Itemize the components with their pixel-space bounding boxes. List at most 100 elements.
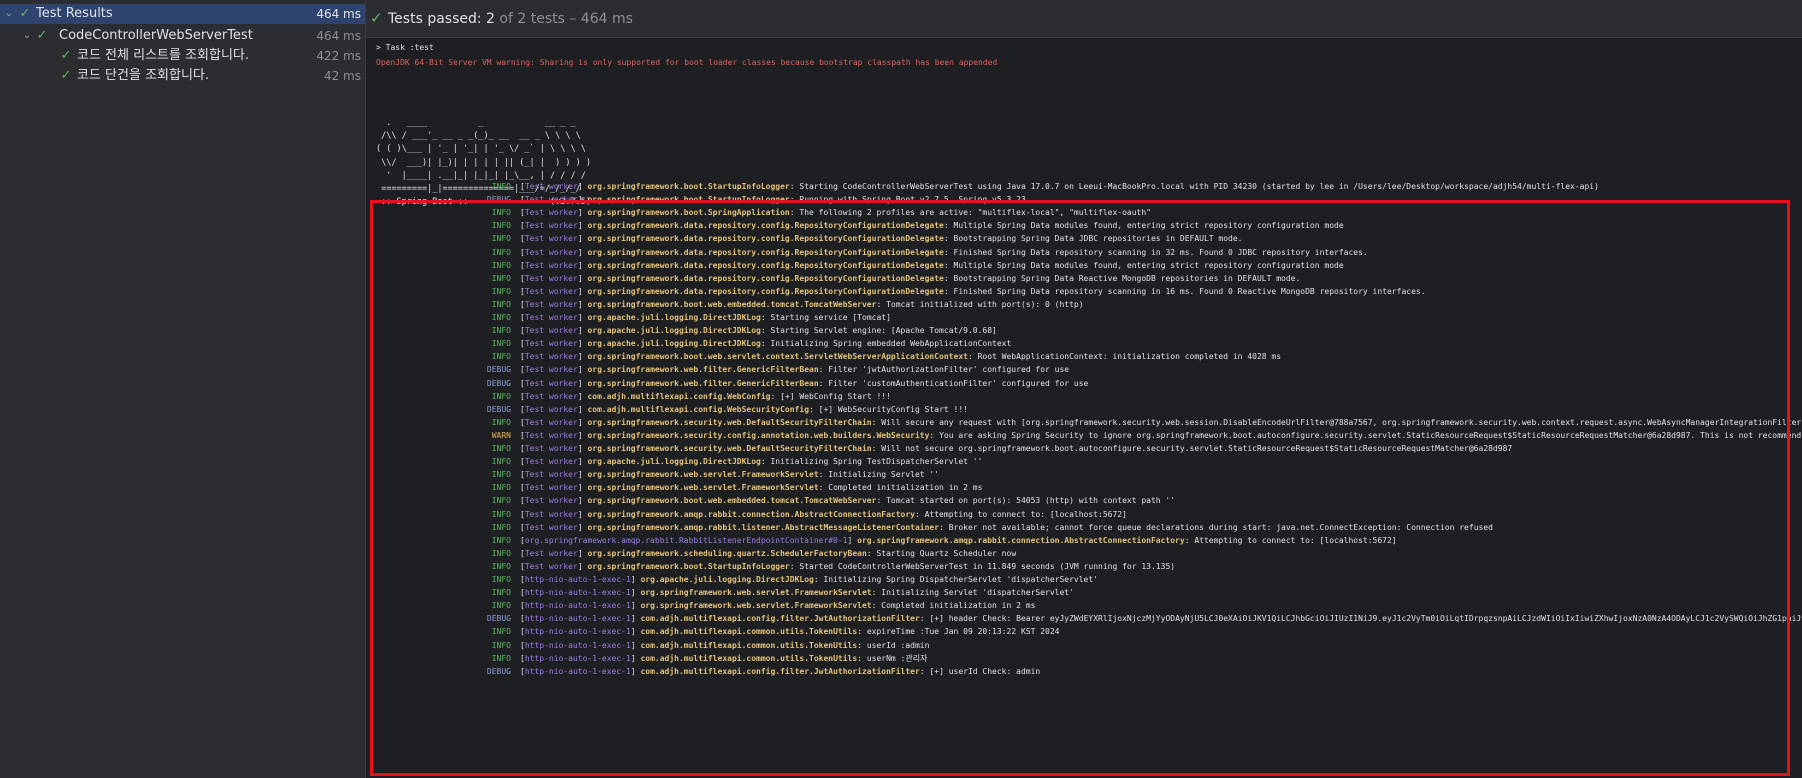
log-thread: Test worker bbox=[524, 221, 578, 231]
tree-row-test[interactable]: ✓ 코드 단건을 조회합니다. 42 ms bbox=[0, 66, 365, 86]
log-message: [+] userId Check: admin bbox=[929, 666, 1041, 676]
log-message: Filter 'jwtAuthorizationFilter' configur… bbox=[828, 365, 1070, 375]
log-message: Finished Spring Data repository scanning… bbox=[953, 286, 1426, 296]
log-logger: org.springframework.amqp.rabbit.listener… bbox=[587, 522, 940, 532]
passed-of-text: of 2 tests – 464 ms bbox=[499, 11, 633, 27]
log-logger: com.adjh.multiflexapi.common.utils.Token… bbox=[640, 640, 858, 650]
log-line: DEBUG [http-nio-auto-1-exec-1] com.adjh.m… bbox=[366, 664, 1802, 679]
log-thread: Test worker bbox=[524, 444, 578, 453]
log-message: Tomcat initialized with port(s): 0 (http… bbox=[886, 299, 1084, 309]
chevron-down-icon[interactable]: ⌄ bbox=[3, 4, 15, 24]
log-logger: org.springframework.boot.web.embedded.to… bbox=[587, 299, 877, 309]
chevron-down-icon[interactable]: ⌄ bbox=[21, 26, 33, 46]
log-thread: Test worker bbox=[524, 470, 578, 480]
log-thread: Test worker bbox=[524, 548, 578, 558]
test-status-header: ✓ Tests passed: 2 of 2 tests – 464 ms bbox=[366, 0, 1802, 38]
log-thread: Test worker bbox=[524, 496, 578, 506]
log-logger: org.springframework.boot.StartupInfoLogg… bbox=[587, 561, 790, 571]
log-message: Starting Quartz Scheduler now bbox=[876, 548, 1017, 558]
log-logger: org.springframework.scheduling.quartz.Sc… bbox=[587, 548, 867, 558]
console-output[interactable]: > Task :test OpenJDK 64-Bit Server VM wa… bbox=[366, 39, 1802, 778]
log-logger: org.springframework.web.servlet.Framewor… bbox=[640, 601, 872, 611]
log-thread: Test worker bbox=[524, 234, 578, 244]
tree-row-test-results[interactable]: ⌄ ✓ Test Results 464 ms bbox=[0, 4, 365, 24]
log-thread: Test worker bbox=[524, 260, 578, 270]
log-thread: Test worker bbox=[524, 483, 578, 493]
log-thread: http-nio-auto-1-exec-1 bbox=[524, 588, 631, 598]
banner-line: . ____ _ __ _ _ bbox=[376, 118, 576, 128]
log-thread: Test worker bbox=[524, 522, 578, 532]
log-message: Broker not available; cannot force queue… bbox=[948, 522, 1493, 532]
log-thread: Test worker bbox=[524, 195, 578, 205]
log-message: userId :admin bbox=[866, 640, 930, 650]
log-message: Bootstrapping Spring Data JDBC repositor… bbox=[953, 234, 1243, 244]
log-thread: Test worker bbox=[524, 208, 578, 218]
log-message: Initializing Servlet 'dispatcherServlet' bbox=[881, 588, 1074, 598]
log-logger: org.springframework.boot.StartupInfoLogg… bbox=[587, 195, 790, 205]
log-logger: com.adjh.multiflexapi.config.WebSecurity… bbox=[587, 404, 810, 414]
log-logger: org.apache.juli.logging.DirectJDKLog bbox=[587, 313, 761, 322]
log-thread: Test worker bbox=[524, 430, 578, 440]
banner-line: ( ( )\___ | '_ | '_| | '_ \/ _` | \ \ \ … bbox=[376, 144, 586, 155]
log-message: expireTime :Tue Jan 09 20:13:22 KST 2024 bbox=[866, 627, 1060, 637]
check-icon: ✓ bbox=[60, 48, 72, 63]
log-message: Attempting to connect to: [localhost:567… bbox=[924, 509, 1127, 519]
check-icon: ✓ bbox=[19, 6, 31, 21]
log-thread: Test worker bbox=[524, 561, 578, 571]
log-logger: org.springframework.web.servlet.Framewor… bbox=[587, 470, 819, 480]
banner-line: \\/ ___)| |_)| | | | | || (_| | ) ) ) ) bbox=[376, 157, 591, 168]
task-line: > Task :test bbox=[376, 43, 434, 52]
log-thread: http-nio-auto-1-exec-1 bbox=[524, 640, 631, 650]
log-message: [+] WebConfig Start !!! bbox=[780, 391, 891, 401]
log-logger: org.springframework.data.repository.conf… bbox=[587, 247, 944, 257]
log-content: [http-nio-auto-1-exec-1] com.adjh.multif… bbox=[520, 666, 1041, 676]
tree-row-duration: 464 ms bbox=[316, 7, 361, 21]
log-logger: org.apache.juli.logging.DirectJDKLog bbox=[640, 575, 814, 584]
log-message: Tomcat started on port(s): 54053 (http) … bbox=[886, 496, 1176, 506]
log-thread: http-nio-auto-1-exec-1 bbox=[524, 601, 631, 611]
check-icon: ✓ bbox=[36, 28, 48, 43]
log-thread: Test worker bbox=[524, 391, 578, 401]
tree-row-label: 코드 단건을 조회합니다. bbox=[77, 68, 209, 83]
log-logger: org.springframework.data.repository.conf… bbox=[587, 286, 944, 296]
tree-row-test[interactable]: ✓ 코드 전체 리스트를 조회합니다. 422 ms bbox=[0, 46, 365, 66]
log-logger: org.springframework.boot.web.embedded.to… bbox=[587, 496, 877, 506]
log-thread: org.springframework.amqp.rabbit.RabbitLi… bbox=[524, 535, 848, 545]
log-message: Filter 'customAuthenticationFilter' conf… bbox=[828, 378, 1089, 388]
log-message: Started CodeControllerWebServerTest in 1… bbox=[799, 561, 1176, 571]
log-message: Completed initialization in 2 ms bbox=[881, 601, 1036, 611]
log-thread: http-nio-auto-1-exec-1 bbox=[524, 627, 631, 637]
log-thread: Test worker bbox=[524, 313, 578, 322]
log-logger: com.adjh.multiflexapi.config.filter.JwtA… bbox=[640, 666, 920, 676]
log-logger: org.springframework.security.config.anno… bbox=[587, 430, 930, 440]
tree-row-suite[interactable]: ⌄ ✓ CodeControllerWebServerTest 464 ms bbox=[0, 26, 365, 46]
log-message: Initializing Spring DispatcherServlet 'd… bbox=[823, 575, 1099, 584]
log-thread: http-nio-auto-1-exec-1 bbox=[524, 653, 631, 663]
log-thread: Test worker bbox=[524, 457, 578, 467]
passed-label: Tests passed: bbox=[388, 11, 482, 27]
log-message: Will not secure org.springframework.boot… bbox=[881, 444, 1513, 453]
tree-row-label: CodeControllerWebServerTest bbox=[59, 28, 253, 43]
log-thread: Test worker bbox=[524, 509, 578, 519]
log-thread: Test worker bbox=[524, 182, 578, 191]
log-thread: Test worker bbox=[524, 378, 578, 388]
log-message: userNm :관리자 bbox=[866, 653, 928, 663]
log-logger: com.adjh.multiflexapi.common.utils.Token… bbox=[640, 653, 858, 663]
tree-row-duration: 464 ms bbox=[316, 29, 361, 43]
log-message: Completed initialization in 2 ms bbox=[828, 483, 983, 493]
log-message: [+] header Check: Bearer eyJyZWdEYXRlIjo… bbox=[929, 614, 1802, 624]
log-message: [+] WebSecurityConfig Start !!! bbox=[818, 404, 968, 414]
passed-count: 2 bbox=[486, 11, 495, 27]
log-message: You are asking Spring Security to ignore… bbox=[939, 430, 1802, 440]
log-logger: com.adjh.multiflexapi.common.utils.Token… bbox=[640, 627, 858, 637]
log-logger: org.springframework.data.repository.conf… bbox=[587, 273, 944, 283]
log-thread: Test worker bbox=[524, 352, 578, 362]
log-logger: org.springframework.amqp.rabbit.connecti… bbox=[587, 509, 915, 519]
log-message: Will secure any request with [org.spring… bbox=[881, 417, 1802, 427]
log-logger: org.apache.juli.logging.DirectJDKLog bbox=[587, 326, 761, 336]
log-thread: Test worker bbox=[524, 247, 578, 257]
log-logger: org.springframework.web.filter.GenericFi… bbox=[587, 365, 819, 375]
log-logger: org.springframework.data.repository.conf… bbox=[587, 260, 944, 270]
log-logger: org.springframework.data.repository.conf… bbox=[587, 234, 944, 244]
log-message: Multiple Spring Data modules found, ente… bbox=[953, 260, 1344, 270]
